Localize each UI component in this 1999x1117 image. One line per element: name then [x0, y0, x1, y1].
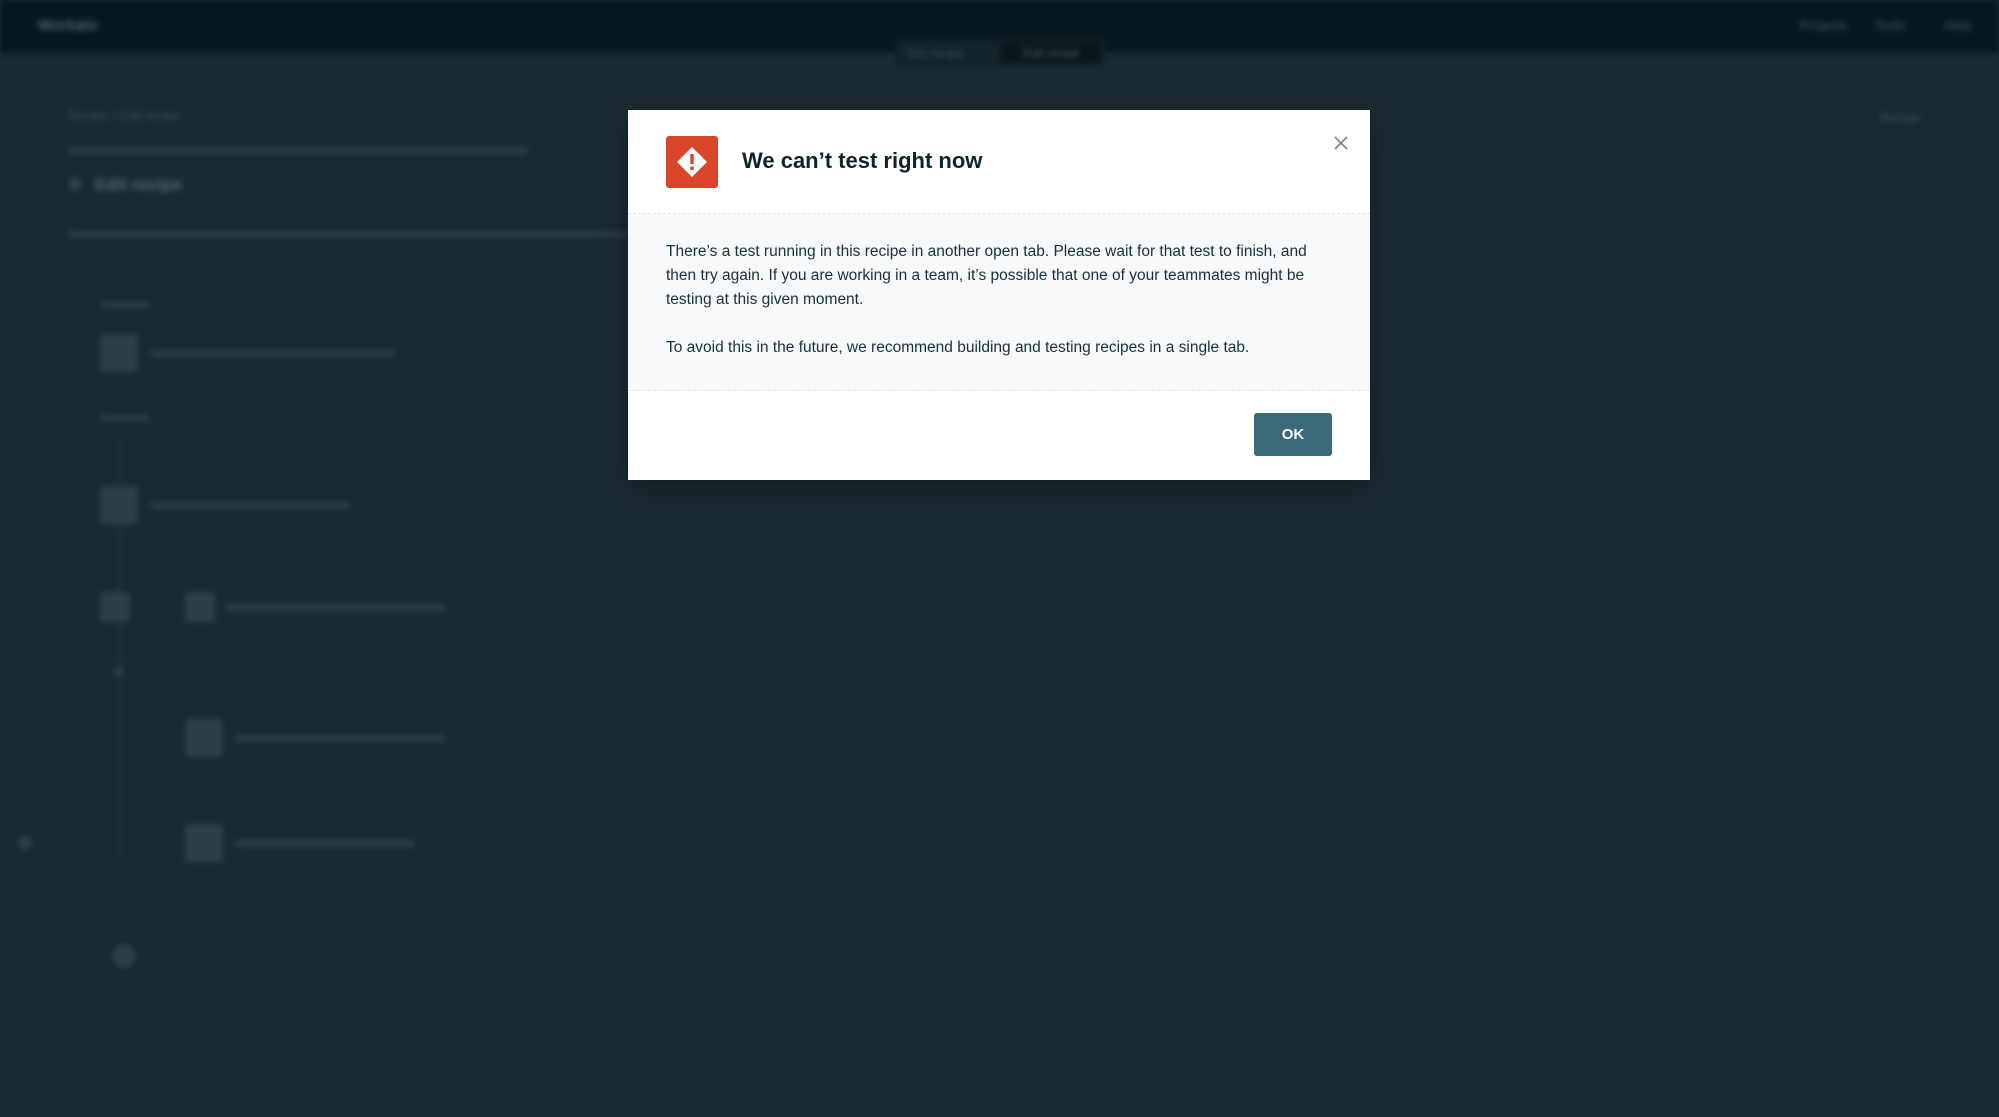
- add-step-icon[interactable]: [112, 944, 136, 968]
- action-step-3-icon[interactable]: [185, 824, 223, 862]
- mode-edit-tab[interactable]: Edit recipe: [1001, 43, 1101, 63]
- close-icon: [1334, 136, 1348, 150]
- action-step-2-text[interactable]: [235, 735, 445, 742]
- trigger-step-text[interactable]: [150, 350, 395, 357]
- actions-label: [100, 415, 150, 421]
- app-logo: Workato: [38, 17, 98, 34]
- recipe-status-icon: [68, 177, 82, 191]
- action-step-2-icon[interactable]: [185, 719, 223, 757]
- dialog-footer: OK: [628, 391, 1370, 480]
- action-step-1-icon[interactable]: [100, 486, 138, 524]
- dialog-header: We can’t test right now: [628, 110, 1370, 214]
- dialog-message-1: There’s a test running in this recipe in…: [666, 243, 1307, 308]
- dialog-message-2: To avoid this in the future, we recommen…: [666, 339, 1250, 356]
- trigger-label: [100, 302, 150, 308]
- nav-item-tools[interactable]: Tools: [1875, 18, 1905, 33]
- sidebar-dot: [18, 836, 32, 850]
- condition-step-icon[interactable]: [100, 592, 130, 622]
- recipe-summary-placeholder: [68, 231, 628, 238]
- page-heading: Edit recipe: [95, 175, 182, 194]
- close-button[interactable]: [1328, 130, 1354, 156]
- cannot-test-dialog: We can’t test right now There’s a test r…: [628, 110, 1370, 480]
- dialog-title: We can’t test right now: [742, 148, 983, 173]
- warning-diamond-icon: [666, 136, 718, 188]
- branch-dot: [114, 666, 124, 676]
- recipe-label: Recipe: [1880, 110, 1921, 125]
- mode-toggle[interactable]: Test recipe Edit recipe: [895, 40, 1105, 66]
- condition-app-icon: [185, 592, 215, 622]
- breadcrumb[interactable]: Recipe / Edit recipe: [68, 108, 181, 123]
- page: Workato Projects Tools Help Test recipe …: [0, 0, 1999, 1117]
- mode-test-tab[interactable]: Test recipe: [905, 46, 963, 60]
- trigger-step-icon[interactable]: [100, 334, 138, 372]
- action-step-1-text[interactable]: [150, 502, 350, 509]
- condition-step-text[interactable]: [225, 604, 445, 611]
- dialog-body: There’s a test running in this recipe in…: [628, 214, 1370, 391]
- recipe-description-placeholder: [68, 147, 528, 154]
- action-step-3-text[interactable]: [235, 840, 415, 847]
- ok-button[interactable]: OK: [1254, 413, 1332, 456]
- nav-item-projects[interactable]: Projects: [1800, 18, 1847, 33]
- nav-item-help[interactable]: Help: [1945, 18, 1972, 33]
